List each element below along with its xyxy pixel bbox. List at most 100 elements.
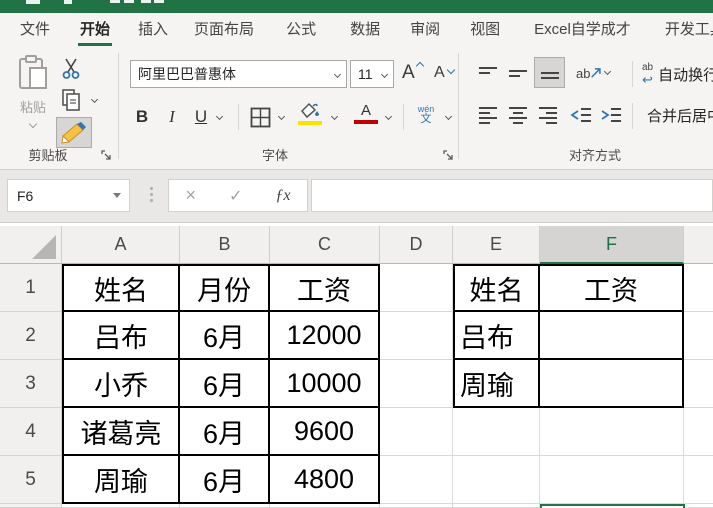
font-color-dropdown-chevron[interactable] [385, 113, 392, 120]
formula-bar-resize-handle[interactable] [150, 187, 153, 202]
cell-F3[interactable] [540, 360, 684, 408]
cell-B5[interactable]: 6月 [180, 456, 270, 504]
row-header-2[interactable]: 2 [0, 312, 62, 360]
bottom-align-button[interactable] [534, 57, 565, 88]
decrease-indent-button[interactable] [568, 101, 594, 129]
cell-C3[interactable]: 10000 [270, 360, 380, 408]
column-header-G[interactable] [684, 226, 713, 264]
quick-access-icon[interactable] [141, 0, 151, 3]
tab-excel-self-study[interactable]: Excel自学成才 [534, 13, 631, 47]
cell-G6[interactable] [684, 504, 713, 508]
tab-formulas[interactable]: 公式 [286, 13, 316, 47]
italic-button[interactable]: I [163, 104, 181, 130]
formula-input[interactable] [311, 179, 713, 212]
enter-icon[interactable]: ✓ [229, 186, 242, 206]
increase-indent-button[interactable] [598, 101, 624, 129]
align-left-button[interactable] [476, 101, 500, 129]
quick-access-save-icon[interactable] [26, 0, 40, 4]
row-header-5[interactable]: 5 [0, 456, 62, 504]
quick-access-redo-icon[interactable] [110, 0, 120, 3]
row-header-1[interactable]: 1 [0, 264, 62, 312]
tab-view[interactable]: 视图 [470, 13, 500, 47]
cell-A3[interactable]: 小乔 [62, 360, 180, 408]
cell-C1[interactable]: 工资 [270, 264, 380, 312]
cell-C6[interactable] [270, 504, 380, 508]
bold-button[interactable]: B [131, 104, 153, 130]
column-header-E[interactable]: E [453, 226, 540, 264]
underline-button[interactable]: U [191, 104, 211, 130]
phonetic-dropdown-chevron[interactable] [445, 113, 452, 120]
tab-file[interactable]: 文件 [20, 13, 50, 47]
row-header-6[interactable] [0, 504, 62, 508]
cell-D4[interactable] [380, 408, 453, 456]
cell-C4[interactable]: 9600 [270, 408, 380, 456]
cell-A4[interactable]: 诸葛亮 [62, 408, 180, 456]
merge-center-button[interactable]: 合并后居中 [642, 105, 713, 126]
cell-D3[interactable] [380, 360, 453, 408]
tab-home[interactable]: 开始 [80, 13, 110, 47]
name-box-dropdown-icon[interactable] [113, 193, 121, 198]
cell-B3[interactable]: 6月 [180, 360, 270, 408]
top-align-button[interactable] [476, 59, 500, 87]
cell-B4[interactable]: 6月 [180, 408, 270, 456]
quick-access-undo-icon[interactable] [64, 0, 72, 4]
cell-C5[interactable]: 4800 [270, 456, 380, 504]
copy-dropdown-chevron[interactable] [91, 96, 98, 103]
tab-review[interactable]: 审阅 [410, 13, 440, 47]
align-right-button[interactable] [536, 101, 560, 129]
copy-button[interactable] [60, 87, 82, 113]
phonetic-guide-button[interactable]: wén 文 [412, 105, 440, 125]
cell-G1[interactable] [684, 264, 713, 312]
column-header-B[interactable]: B [180, 226, 270, 264]
cell-E4[interactable] [453, 408, 540, 456]
font-size-combobox[interactable]: 11 [350, 60, 394, 88]
middle-align-button[interactable] [506, 59, 530, 87]
cell-A1[interactable]: 姓名 [62, 264, 180, 312]
clipboard-dialog-launcher-icon[interactable] [101, 150, 113, 162]
column-header-D[interactable]: D [380, 226, 453, 264]
cell-F5[interactable] [540, 456, 684, 504]
font-size-chevron[interactable] [381, 70, 388, 77]
cell-D1[interactable] [380, 264, 453, 312]
increase-font-size-button[interactable]: A [400, 59, 428, 87]
cell-F2[interactable] [540, 312, 684, 360]
font-name-chevron[interactable] [334, 70, 341, 77]
paste-button[interactable]: 粘贴 [10, 55, 56, 151]
cell-F1[interactable]: 工资 [540, 264, 684, 312]
quick-access-icon[interactable] [124, 0, 134, 3]
cell-C2[interactable]: 12000 [270, 312, 380, 360]
orientation-button[interactable]: ab [576, 59, 602, 87]
align-center-button[interactable] [506, 101, 530, 129]
cancel-icon[interactable]: × [185, 185, 196, 206]
cell-D5[interactable] [380, 456, 453, 504]
cell-A2[interactable]: 吕布 [62, 312, 180, 360]
cell-G3[interactable] [684, 360, 713, 408]
cell-A5[interactable]: 周瑜 [62, 456, 180, 504]
cut-button[interactable] [60, 57, 82, 79]
row-header-4[interactable]: 4 [0, 408, 62, 456]
format-painter-button[interactable] [56, 117, 92, 148]
cell-E6[interactable] [453, 504, 540, 508]
cell-G5[interactable] [684, 456, 713, 504]
paste-dropdown-chevron[interactable] [29, 120, 37, 128]
insert-function-icon[interactable]: ƒx [275, 187, 290, 205]
column-header-A[interactable]: A [62, 226, 180, 264]
cell-E5[interactable] [453, 456, 540, 504]
cell-E3[interactable]: 周瑜 [453, 360, 540, 408]
font-name-combobox[interactable]: 阿里巴巴普惠体 [130, 60, 347, 88]
decrease-font-size-button[interactable]: A [433, 59, 461, 87]
select-all-corner[interactable] [0, 226, 62, 264]
tab-data[interactable]: 数据 [350, 13, 380, 47]
cell-A6[interactable] [62, 504, 180, 508]
wrap-text-button[interactable]: ab↩ 自动换行 [642, 63, 713, 86]
cell-F4[interactable] [540, 408, 684, 456]
fill-color-button[interactable] [298, 102, 322, 125]
tab-developer[interactable]: 开发工具 [665, 13, 713, 47]
column-header-C[interactable]: C [270, 226, 380, 264]
borders-button[interactable] [247, 104, 273, 130]
row-header-3[interactable]: 3 [0, 360, 62, 408]
orientation-dropdown-chevron[interactable] [604, 68, 611, 75]
cell-B2[interactable]: 6月 [180, 312, 270, 360]
quick-access-icon[interactable] [154, 0, 164, 3]
underline-dropdown-chevron[interactable] [216, 113, 223, 120]
